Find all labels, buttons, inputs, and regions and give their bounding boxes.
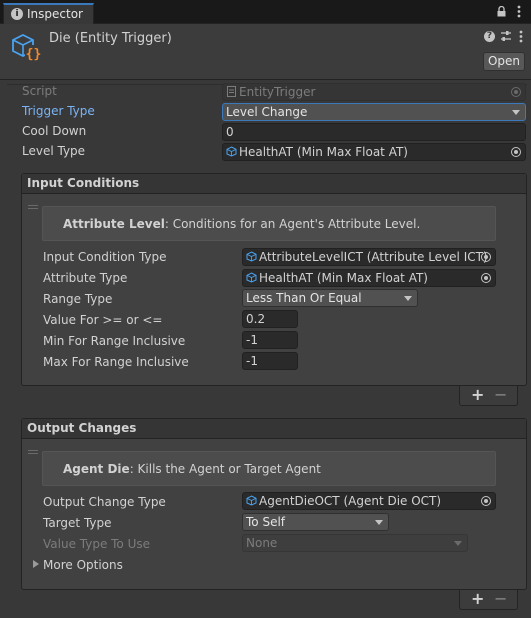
scriptable-object-icon (246, 251, 257, 262)
help-text: : Kills the Agent or Target Agent (129, 462, 321, 476)
lock-icon[interactable] (497, 6, 506, 17)
max-range-label: Max For Range Inclusive (43, 355, 189, 369)
attribute-level-help: Attribute Level: Conditions for an Agent… (42, 206, 496, 241)
agent-die-help: Agent Die: Kills the Agent or Target Age… (42, 451, 496, 486)
chevron-down-icon (375, 520, 383, 525)
info-icon: i (11, 8, 23, 20)
level-type-label: Level Type (22, 144, 86, 158)
tab-bar: i Inspector (0, 0, 531, 24)
kebab-menu-icon[interactable] (519, 30, 523, 43)
value-for-label: Value For >= or <= (43, 313, 163, 327)
output-change-type-field[interactable]: AgentDieOCT (Agent Die OCT) (242, 492, 496, 510)
min-range-field[interactable]: -1 (242, 331, 298, 349)
input-condition-type-field[interactable]: AttributeLevelICT (Attribute Level ICT) (242, 248, 496, 266)
help-text: : Conditions for an Agent's Attribute Le… (164, 217, 421, 231)
open-button[interactable]: Open (483, 52, 525, 71)
target-type-value: To Self (246, 515, 286, 529)
object-picker-icon (511, 87, 521, 97)
script-file-icon (227, 86, 236, 97)
attribute-type-value: HealthAT (Min Max Float AT) (259, 271, 428, 285)
range-type-label: Range Type (43, 292, 113, 306)
preset-sliders-icon[interactable] (500, 30, 512, 43)
trigger-type-dropdown[interactable]: Level Change (222, 103, 526, 121)
min-range-label: Min For Range Inclusive (43, 334, 186, 348)
script-label: Script (22, 84, 57, 98)
script-value: EntityTrigger (239, 85, 316, 99)
kebab-menu-icon[interactable] (517, 5, 521, 18)
object-picker-icon[interactable] (481, 252, 491, 262)
add-condition-button[interactable]: + (471, 386, 484, 404)
svg-text:{}: {} (26, 47, 42, 62)
tab-inspector[interactable]: i Inspector (3, 3, 94, 24)
max-range-field[interactable]: -1 (242, 352, 298, 370)
remove-change-button[interactable]: − (494, 590, 507, 608)
component-header: {} Die (Entity Trigger) ? Open (0, 24, 531, 80)
target-type-label: Target Type (43, 516, 112, 530)
level-type-field[interactable]: HealthAT (Min Max Float AT) (222, 143, 526, 161)
component-title: Die (Entity Trigger) (49, 31, 172, 46)
value-type-label: Value Type To Use (43, 537, 151, 551)
trigger-type-value: Level Change (226, 105, 308, 119)
chevron-right-icon[interactable] (33, 560, 39, 568)
cube-script-icon: {} (12, 33, 42, 62)
more-options-foldout[interactable]: More Options (43, 558, 123, 572)
value-type-dropdown: None (242, 534, 468, 552)
object-picker-icon[interactable] (481, 273, 491, 283)
chevron-down-icon (454, 541, 462, 546)
input-condition-type-label: Input Condition Type (43, 250, 167, 264)
add-change-button[interactable]: + (471, 590, 484, 608)
scriptable-object-icon (226, 146, 237, 157)
trigger-type-label: Trigger Type (22, 104, 95, 118)
help-title: Attribute Level (63, 217, 165, 231)
range-type-dropdown[interactable]: Less Than Or Equal (242, 289, 418, 307)
remove-condition-button[interactable]: − (494, 386, 507, 404)
script-field: EntityTrigger (222, 83, 526, 101)
help-title: Agent Die (63, 462, 130, 476)
value-type-value: None (246, 536, 278, 550)
object-picker-icon[interactable] (481, 496, 491, 506)
target-type-dropdown[interactable]: To Self (242, 513, 389, 531)
scriptable-object-icon (246, 272, 257, 283)
input-conditions-header: Input Conditions (22, 174, 526, 194)
attribute-type-label: Attribute Type (43, 271, 128, 285)
input-conditions-footer: + − (459, 386, 518, 406)
help-icon[interactable]: ? (484, 31, 495, 42)
input-condition-type-value: AttributeLevelICT (Attribute Level ICT) (259, 250, 488, 264)
output-changes-header: Output Changes (22, 419, 526, 439)
tab-label: Inspector (27, 7, 83, 21)
drag-handle-icon[interactable] (28, 205, 38, 209)
attribute-type-field[interactable]: HealthAT (Min Max Float AT) (242, 269, 496, 287)
drag-handle-icon[interactable] (28, 450, 38, 454)
chevron-down-icon (512, 110, 520, 115)
cool-down-field[interactable]: 0 (222, 123, 526, 141)
output-change-type-label: Output Change Type (43, 495, 166, 509)
range-type-value: Less Than Or Equal (246, 291, 362, 305)
level-type-value: HealthAT (Min Max Float AT) (239, 145, 408, 159)
chevron-down-icon (404, 296, 412, 301)
object-picker-icon[interactable] (511, 147, 521, 157)
cool-down-label: Cool Down (22, 124, 87, 138)
output-changes-footer: + − (459, 590, 518, 610)
scriptable-object-icon (246, 495, 257, 506)
value-for-field[interactable]: 0.2 (242, 310, 298, 328)
output-change-type-value: AgentDieOCT (Agent Die OCT) (259, 494, 442, 508)
